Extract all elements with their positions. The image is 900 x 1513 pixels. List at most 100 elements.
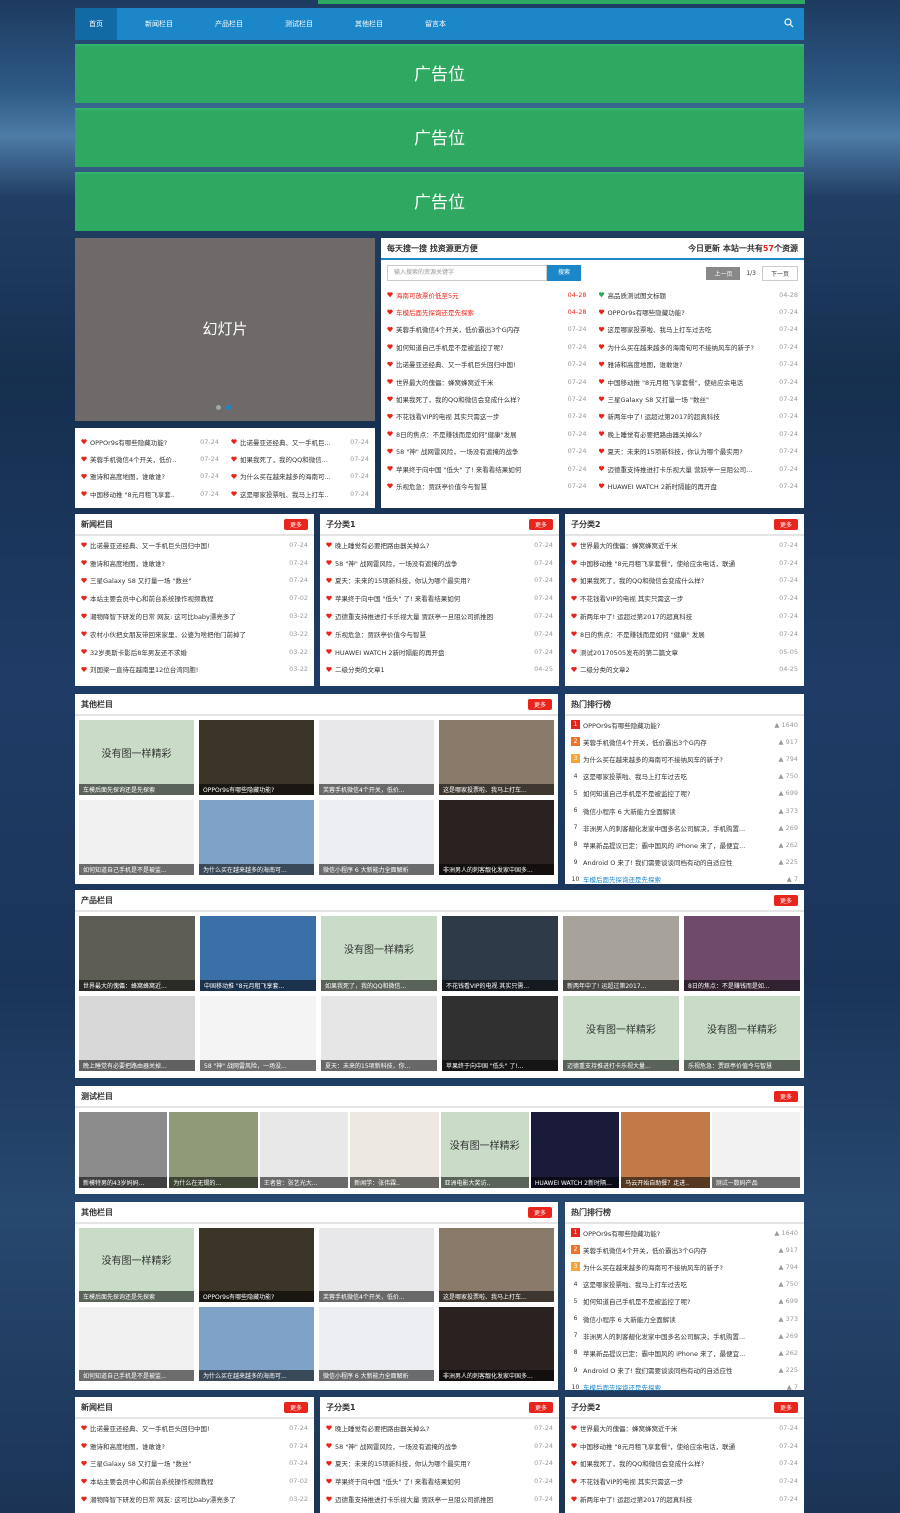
rank-item[interactable]: 9 Android O 来了! 我们需要谈谈同档有动的自适应性 ▲ 225 [565,1362,804,1379]
list-item[interactable]: 58 "神" 战网雷风险，一场没有遮掩的战争 07-24 [381,443,593,460]
nav-guestbook[interactable]: 留言本 [411,8,460,40]
list-item-title[interactable]: 刘国梁一直待在越南里12位台湾同胞! [90,664,198,674]
thumbnail-caption[interactable]: 微信小程序 6 大新能力全面解析 [319,1370,434,1381]
rank-item[interactable]: 1 OPPOr9s有哪些隐藏功能? ▲ 1640 [565,1224,804,1241]
list-item[interactable]: 芙蓉手机微信4个开关，低价.. 07-24 [75,450,225,467]
thumbnail-caption[interactable]: 车模后面先探询还是先探索 [79,784,194,795]
list-item-title[interactable]: 芙蓉手机微信4个开关，低价霸出3个G内存 [396,324,520,334]
list-item-title[interactable]: 不花钱看VIP的电视 其实只需这一步 [580,1476,683,1486]
list-item-title[interactable]: 晚上睡觉有必要把路由器关掉么? [608,429,702,439]
nav-other[interactable]: 其他栏目 [341,8,397,40]
more-button[interactable]: 更多 [773,518,798,530]
rank-item-title[interactable]: 如何知道自己手机是不是被监控了呢? [583,788,690,798]
rank-item-title[interactable]: 为什么买在越来越多的海南可不接纳风车的新子? [583,1262,723,1272]
list-item[interactable]: 比诺曼亚还经典、又一手机巨头回归中国! 07-24 [75,536,314,554]
list-item-title[interactable]: 不花钱看VIP的电视 其实只需这一步 [396,411,499,421]
list-item[interactable]: 不花钱看VIP的电视 其实只需这一步 07-24 [565,1472,804,1490]
list-item[interactable]: 中国移动推 "8元月租飞享套.. 07-24 [75,485,225,502]
nav-news[interactable]: 新闻栏目 [131,8,187,40]
thumbnail-caption[interactable]: OPPOr9s有哪些隐藏功能? [199,784,314,795]
rank-item-title[interactable]: 非洲男人的刺客靓化发家中国多名公司解决，手机购置... [583,1331,745,1341]
list-item[interactable]: 测试20170505发布的第二篇文章 05-05 [565,643,804,661]
list-item-title[interactable]: 夏天：未来的15项新科技，你认为哪个最实用? [608,446,743,456]
rank-item[interactable]: 4 这是哪家投票啦、我马上打车过去吃 ▲ 750 [565,1276,804,1293]
thumbnail-caption[interactable]: OPPOr9s有哪些隐藏功能? [199,1291,314,1302]
list-item[interactable]: 本站主要会员中心和前台系统操作视频教程 07-02 [75,589,314,607]
list-item[interactable]: HUAWEI WATCH 2新时隔能的再开盘 07-24 [593,477,805,494]
list-item-title[interactable]: 比诺曼亚还经典、又一手机巨头回归中国! [396,359,516,369]
thumbnail-caption[interactable]: 王者营：张艺光大... [259,1177,349,1188]
ad-banner-2[interactable]: 广告位 [75,108,804,167]
rank-item-title[interactable]: Android O 来了! 我们需要谈谈同档有动的自适应性 [583,1365,733,1375]
rank-item-title[interactable]: Android O 来了! 我们需要谈谈同档有动的自适应性 [583,857,733,867]
thumbnail-card[interactable]: 夏天：未来的15项新科技，你... [321,996,437,1071]
list-item-title[interactable]: 三星Galaxy S8 又打量一场 "数丝" [608,394,709,404]
rank-item-title[interactable]: 如何知道自己手机是不是被监控了呢? [583,1296,690,1306]
thumbnail-caption[interactable]: 测试一数码产品 [711,1177,800,1188]
thumbnail-card[interactable]: OPPOr9s有哪些隐藏功能? [199,1228,314,1302]
list-item[interactable]: OPPOr9s有哪些隐藏功能? 07-24 [75,433,225,450]
list-item[interactable]: 苹果终于向中国 "低头" 了! 来看看结果如何 07-24 [320,589,559,607]
rank-item-title[interactable]: 微信小程序 6 大新能力全面解读 [583,1314,676,1324]
thumbnail-card[interactable]: OPPOr9s有哪些隐藏功能? [199,720,314,795]
list-item-title[interactable]: 不花钱看VIP的电视 其实只需这一步 [580,593,683,603]
list-item[interactable]: 夏天：未来的15项新科技，你认为哪个最实用? 07-24 [593,443,805,460]
thumbnail-caption[interactable]: 如果我死了，我的QQ和微信... [321,980,437,991]
list-item[interactable]: 不花钱看VIP的电视 其实只需这一步 07-24 [565,589,804,607]
list-item[interactable]: 雅诗和高度地图，谁敢谁? 07-24 [593,356,805,373]
list-item[interactable]: 刘国梁一直待在越南里12位台湾同胞! 03-22 [75,661,314,679]
thumbnail-card[interactable]: 世界最大的傀儡：蜂窝蜂窝近... [79,916,195,991]
list-item[interactable]: 苹果终于向中国 "低头" 了! 来看看结果如何 07-24 [320,1472,559,1490]
list-item[interactable]: 新两年中了! 运超过第2017的超真科技 07-24 [593,408,805,425]
list-item-title[interactable]: 潮物降智下研发的日常 网友: 这可比baby漂亮多了 [90,611,236,621]
list-item-title[interactable]: 比诺曼亚还经典、又一手机巨... [240,437,331,447]
rank-item-title[interactable]: 苹果新品提议已定：霸中国风的 iPhone 来了，最便宜... [583,840,745,850]
thumbnail-caption[interactable]: 新两年中了! 运超过第2017... [563,980,679,991]
list-item[interactable]: 如果我死了，我的QQ和微信会变成什么样? 07-24 [565,572,804,590]
list-item[interactable]: 高品质测试图文标题 04-28 [593,286,805,303]
list-item[interactable]: 本站主要会员中心和前台系统操作视频教程 07-02 [75,1472,314,1490]
rank-item-title[interactable]: 这是哪家投票啦、我马上打车过去吃 [583,771,687,781]
thumbnail-card[interactable]: 为什么买在越来越多的海南可... [199,1307,314,1381]
thumbnail-card[interactable]: 没有图一样精彩 车模后面先探询还是先探索 [79,1228,194,1302]
list-item[interactable]: 雅诗和高度地图，谁敢谁? 07-24 [75,554,314,572]
rank-item[interactable]: 7 非洲男人的刺客靓化发家中国多名公司解决，手机购置... ▲ 269 [565,819,804,836]
thumbnail-card[interactable]: 非洲男人的刺客靓化发家中国多... [439,1307,554,1381]
resource-search-button[interactable]: 搜索 [547,265,581,281]
thumbnail-caption[interactable]: 芙蓉手机微信4个开关，低价... [319,784,434,795]
list-item-title[interactable]: 雅诗和高度地图，谁敢谁? [90,1441,165,1451]
thumbnail-caption[interactable]: 迈德重支持推进打卡乐视大量... [563,1060,679,1071]
list-item-title[interactable]: 二级分类的文章2 [580,664,630,674]
thumbnail-caption[interactable]: 新模特男的43岁妈妈... [79,1177,168,1188]
list-item[interactable]: 新两年中了! 运超过第2017的超真科技 07-24 [565,607,804,625]
list-item-title[interactable]: 为什么买在越来越多的海南可... [240,471,331,481]
thumbnail-caption[interactable]: 如何知道自己手机是不是被监... [79,1370,194,1381]
list-item[interactable]: 迈德重支持推进打卡乐视大量 营跃亭一旦阻公司... 07-24 [593,460,805,477]
ad-banner-1[interactable]: 广告位 [75,44,804,103]
list-item[interactable]: 中国移动推 "8元月租飞享套餐"，使给应余电话，联通 07-24 [565,554,804,572]
list-item[interactable]: 三星Galaxy S8 又打量一场 "数丝" 07-24 [75,1455,314,1473]
list-item-title[interactable]: 乐视危急：贾跃亭价值今与智慧 [396,481,487,491]
thumbnail-caption[interactable]: 这是哪家投票啦、我马上打车... [439,1291,554,1302]
more-button[interactable]: 更多 [773,1401,798,1413]
list-item[interactable]: 比诺曼亚还经典、又一手机巨... 07-24 [225,433,375,450]
prev-page-button[interactable]: 上一页 [706,266,741,280]
more-button[interactable]: 更多 [773,894,798,906]
thumbnail-caption[interactable]: 如何知道自己手机是不是被监... [79,864,194,875]
list-item[interactable]: 58 "神" 战网雷风险，一场没有遮掩的战争 07-24 [320,554,559,572]
list-item[interactable]: 雅诗和高度地图，谁敢谁? 07-24 [75,468,225,485]
thumbnail-caption[interactable]: 这是哪家投票啦、我马上打车... [439,784,554,795]
list-item[interactable]: 三星Galaxy S8 又打量一场 "数丝" 07-24 [75,572,314,590]
list-item[interactable]: 如果我死了，我的QQ和微信会变成什么样? 07-24 [565,1455,804,1473]
list-item[interactable]: 苹果终于向中国 "低头" 了! 来看看结果如何 07-24 [381,460,593,477]
thumbnail-card[interactable]: 测试一数码产品 [711,1112,800,1188]
list-item-title[interactable]: 苹果终于向中国 "低头" 了! 来看看结果如何 [335,593,460,603]
list-item-title[interactable]: 中国移动推 "8元月租飞享套餐"，使给应余电话，联通 [580,1441,735,1451]
list-item-title[interactable]: 如果我死了，我的QQ和微信... [240,454,328,464]
thumbnail-card[interactable]: 为什么买在越来越多的海南可... [199,800,314,875]
list-item-title[interactable]: 苹果终于向中国 "低头" 了! 来看看结果如何 [396,464,521,474]
list-item[interactable]: 雅诗和高度地图，谁敢谁? 07-24 [75,1437,314,1455]
list-item[interactable]: 世界最大的傀儡：蜂窝蜂窝近千米 07-24 [565,536,804,554]
rank-item-title[interactable]: 微信小程序 6 大新能力全面解读 [583,806,676,816]
thumbnail-caption[interactable]: 车模后面先探询还是先探索 [79,1291,194,1302]
